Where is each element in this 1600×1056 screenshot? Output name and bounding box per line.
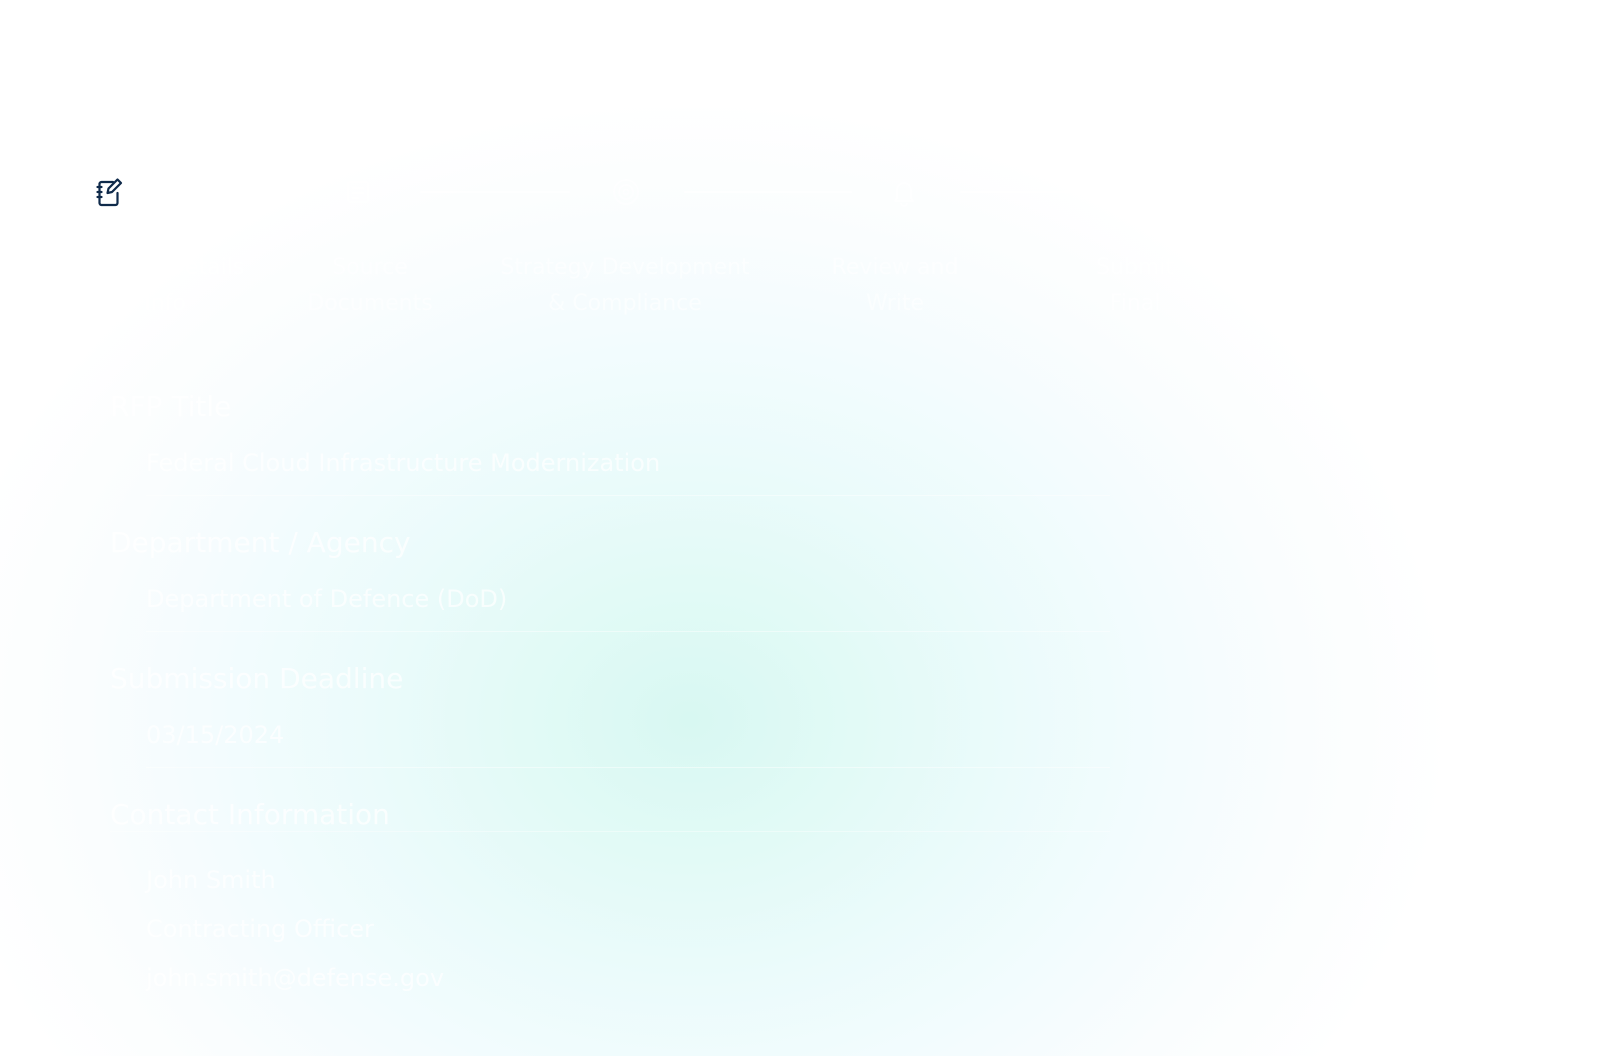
rfp-title-field: RFP Title Federal Cloud Infrastructure M… xyxy=(110,390,1110,496)
rfp-title-label: RFP Title xyxy=(110,390,232,423)
department-input[interactable]: Department of Defence (DoD) xyxy=(146,585,1110,632)
document-icon[interactable] xyxy=(342,176,374,208)
target-icon[interactable] xyxy=(610,176,642,208)
step-connector xyxy=(684,191,852,193)
contact-label: Contact Information xyxy=(110,798,1110,832)
deadline-input[interactable]: 03/15/2024 xyxy=(146,721,1110,768)
contact-field: Contact Information John Smith Contracti… xyxy=(110,798,1110,1013)
step-label-strategy: Strategy Development & Compliance xyxy=(500,255,750,316)
contact-email[interactable]: john.smith@defense.gov xyxy=(146,964,1110,1013)
project-details-form: RFP Title Federal Cloud Infrastructure M… xyxy=(110,390,1110,1043)
notebook-edit-icon[interactable] xyxy=(94,176,126,208)
deadline-field: Submission Deadline 03/15/2024 xyxy=(110,662,1110,768)
step-label-source-documents: Source Documents xyxy=(307,255,433,316)
bell-icon[interactable] xyxy=(888,176,920,208)
step-label-project-details: Project Details Info xyxy=(85,255,245,316)
department-label: Department / Agency xyxy=(110,526,411,559)
step-label-review-write: Review and Write xyxy=(831,255,959,316)
step-connector xyxy=(960,191,1096,193)
contact-name[interactable]: John Smith xyxy=(146,866,1110,915)
department-field: Department / Agency Department of Defenc… xyxy=(110,526,1110,632)
progress-stepper: Project Details Info Source Documents St… xyxy=(0,0,1600,320)
step-label-submit: Submit Final xyxy=(1095,255,1175,316)
step-connector xyxy=(150,191,310,193)
step-connector xyxy=(420,191,570,193)
deadline-label: Submission Deadline xyxy=(110,662,404,695)
send-icon[interactable] xyxy=(1136,176,1168,208)
contact-role[interactable]: Contracting Officer xyxy=(146,915,1110,964)
rfp-title-input[interactable]: Federal Cloud Infrastructure Modernizati… xyxy=(146,449,1110,496)
